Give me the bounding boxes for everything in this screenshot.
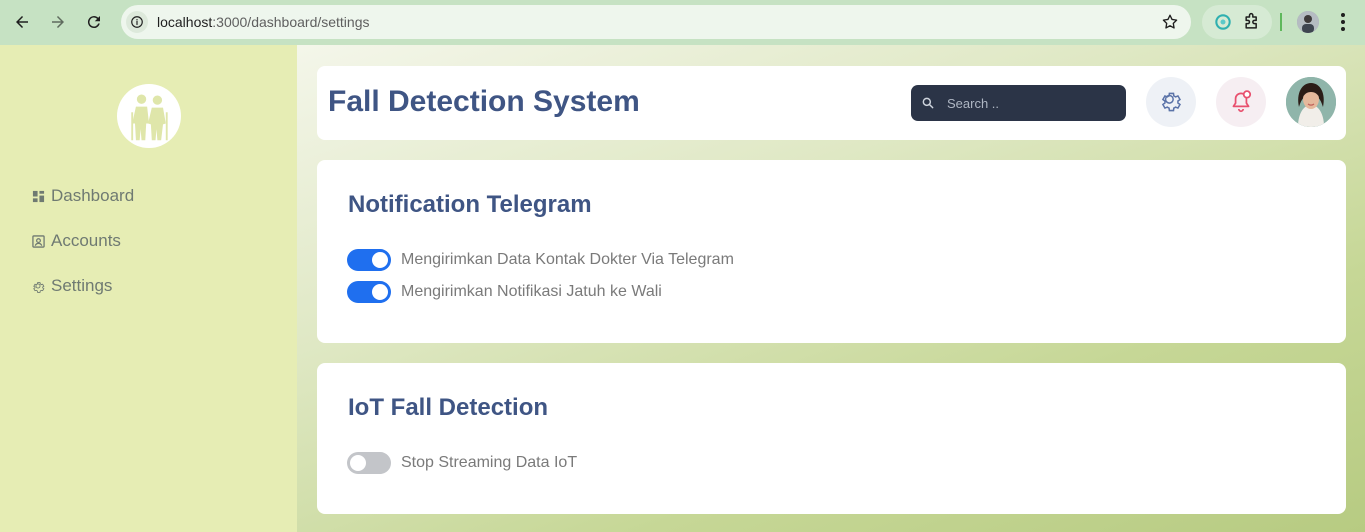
browser-profile-avatar[interactable]	[1297, 11, 1319, 33]
arrow-right-icon	[52, 16, 64, 28]
search-icon	[922, 97, 934, 109]
sidebar-item-dashboard[interactable]: Dashboard	[31, 186, 134, 206]
bookmark-star-icon[interactable]	[1161, 13, 1179, 31]
gear-icon	[31, 279, 45, 293]
search-box[interactable]	[911, 85, 1126, 121]
toggle-row: Mengirimkan Data Kontak Dokter Via Teleg…	[347, 249, 734, 271]
sidebar-item-label: Settings	[51, 276, 113, 295]
gear-icon	[1161, 92, 1181, 112]
bell-icon	[1232, 90, 1252, 113]
user-avatar[interactable]	[1286, 77, 1336, 127]
sidebar-item-settings[interactable]: Settings	[31, 276, 112, 296]
card-title: Notification Telegram	[348, 191, 592, 218]
notifications-button[interactable]	[1216, 77, 1266, 127]
reload-button[interactable]	[76, 4, 112, 40]
sidebar: Dashboard Accounts Settings	[0, 45, 297, 532]
notification-telegram-card: Notification Telegram Mengirimkan Data K…	[317, 160, 1346, 343]
address-bar[interactable]: localhost:3000/dashboard/settings	[121, 5, 1191, 39]
sidebar-item-label: Dashboard	[51, 186, 135, 205]
toggle-row: Mengirimkan Notifikasi Jatuh ke Wali	[347, 281, 662, 303]
header-bar: Fall Detection System	[317, 66, 1346, 140]
url-text: localhost:3000/dashboard/settings	[157, 14, 370, 30]
extension-icon[interactable]	[1213, 12, 1233, 32]
dashboard-grid-icon	[31, 189, 45, 203]
puzzle-icon[interactable]	[1242, 12, 1262, 32]
iot-fall-detection-card: IoT Fall Detection Stop Streaming Data I…	[317, 363, 1346, 514]
doctor-contact-toggle[interactable]	[347, 249, 391, 271]
toggle-label: Stop Streaming Data IoT	[401, 454, 578, 471]
search-input[interactable]	[947, 95, 1117, 111]
toggle-label: Mengirimkan Data Kontak Dokter Via Teleg…	[401, 251, 734, 268]
toggle-row: Stop Streaming Data IoT	[347, 452, 577, 474]
back-button[interactable]	[4, 4, 40, 40]
page-title: Fall Detection System	[328, 85, 640, 118]
arrow-left-icon	[16, 16, 28, 28]
forward-button[interactable]	[40, 4, 76, 40]
reload-icon	[87, 16, 100, 29]
fall-notification-toggle[interactable]	[347, 281, 391, 303]
sidebar-item-accounts[interactable]: Accounts	[31, 231, 121, 251]
extensions-area	[1202, 5, 1272, 39]
settings-button[interactable]	[1146, 77, 1196, 127]
site-info-icon[interactable]	[126, 11, 148, 33]
stop-streaming-toggle[interactable]	[347, 452, 391, 474]
browser-toolbar: localhost:3000/dashboard/settings	[0, 0, 1365, 45]
elderly-couple-icon	[117, 84, 181, 148]
card-title: IoT Fall Detection	[348, 394, 549, 421]
main-content: Fall Detection System Notification Teleg…	[297, 45, 1365, 532]
toggle-label: Mengirimkan Notifikasi Jatuh ke Wali	[401, 283, 662, 300]
toolbar-separator	[1280, 13, 1282, 31]
browser-menu-button[interactable]	[1336, 12, 1350, 32]
sidebar-item-label: Accounts	[51, 231, 121, 250]
account-icon	[31, 234, 45, 248]
